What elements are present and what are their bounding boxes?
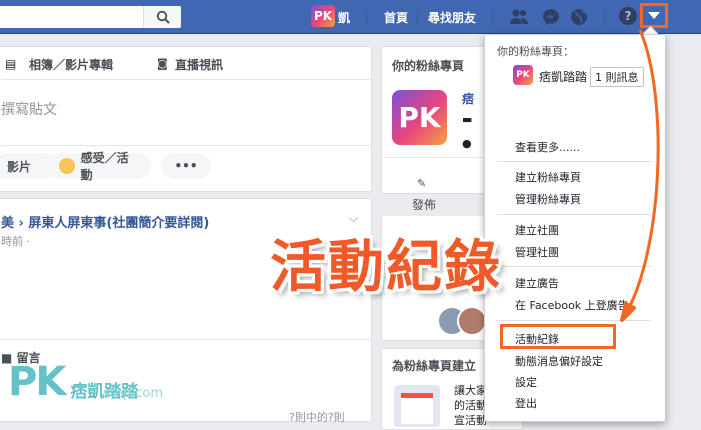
edit-icon: ✎ xyxy=(417,177,427,190)
page-avatar-icon: PK xyxy=(513,65,533,85)
composer-input[interactable]: 撰寫貼文 xyxy=(1,99,57,119)
composer-card: ▤ 相簿／影片專輯 ◙ 直播視訊 撰寫貼文 影片 感受／活動 ••• xyxy=(0,46,372,192)
menu-manage-groups[interactable]: 管理社團 xyxy=(515,244,559,260)
calendar-icon xyxy=(394,385,440,427)
top-navigation-bar: PK 凱 首頁 尋找朋友 ? xyxy=(0,0,701,34)
composer-divider xyxy=(1,145,371,146)
search-button[interactable] xyxy=(143,6,181,28)
annotation-arrow xyxy=(620,29,660,322)
page-name-link[interactable]: 痞 xyxy=(462,90,474,107)
menu-news-feed-preferences[interactable]: 動態消息偏好設定 xyxy=(515,353,603,369)
menu-manage-pages[interactable]: 管理粉絲專頁 xyxy=(515,191,581,207)
more-actions-button[interactable]: ••• xyxy=(161,153,211,179)
create-event-title: 為粉絲專頁建立 xyxy=(392,359,477,373)
post-footer-count: ?則中的?則 xyxy=(289,411,345,424)
composer-tabs: ▤ 相簿／影片專輯 ◙ 直播視訊 xyxy=(1,47,371,80)
nav-divider xyxy=(417,9,418,25)
menu-create-group[interactable]: 建立社團 xyxy=(515,222,559,238)
profile-link[interactable]: 凱 xyxy=(338,9,350,26)
messenger-icon[interactable] xyxy=(541,7,561,27)
home-link[interactable]: 首頁 xyxy=(384,9,408,26)
avatar[interactable] xyxy=(457,306,487,336)
menu-see-more[interactable]: 查看更多...... xyxy=(515,139,580,155)
globe-small-icon: ● xyxy=(462,137,472,150)
video-action-label: 影片 xyxy=(7,159,32,174)
page-logo-icon[interactable]: PK xyxy=(392,90,447,145)
menu-create-page[interactable]: 建立粉絲專頁 xyxy=(515,169,581,185)
watermark-pk: PK xyxy=(8,359,66,405)
smiley-icon xyxy=(59,158,75,174)
menu-header: 你的粉絲專頁： xyxy=(497,45,574,58)
post-timestamp[interactable]: 時前 · xyxy=(1,233,30,249)
tab-live-video[interactable]: 直播視訊 xyxy=(175,56,223,73)
watermark-url: step.com xyxy=(103,386,164,401)
tab-album[interactable]: 相簿／影片專輯 xyxy=(29,56,113,73)
page-avatar-icon[interactable]: PK xyxy=(311,5,335,27)
your-pages-title: 你的粉絲專頁 xyxy=(392,59,465,73)
album-icon: ▤ xyxy=(5,57,17,71)
feeling-activity-label: 感受／活動 xyxy=(80,151,129,182)
find-friends-link[interactable]: 尋找朋友 xyxy=(428,9,476,26)
friends-icon[interactable] xyxy=(509,7,529,27)
watermark-logo: PK 痞凱踏踏 step.com xyxy=(8,359,163,405)
menu-page-link[interactable]: 痞凱踏踏 xyxy=(539,68,587,85)
nav-divider xyxy=(366,9,367,25)
activity-log-highlight xyxy=(500,324,616,349)
menu-create-ad[interactable]: 建立廣告 xyxy=(515,275,559,291)
globe-icon[interactable] xyxy=(569,7,589,27)
live-video-icon: ◙ xyxy=(157,57,168,70)
post-divider xyxy=(1,339,371,340)
publish-button[interactable]: 發佈 xyxy=(412,196,436,213)
feeling-activity-button[interactable]: 感受／活動 xyxy=(47,151,151,182)
nav-divider xyxy=(492,9,493,25)
search-icon xyxy=(156,10,170,24)
post-author[interactable]: 美 › 屏東人屏東事(社團簡介要詳閱) xyxy=(1,212,209,231)
annotation-title: 活動紀錄 xyxy=(270,235,502,300)
message-icon: ▬ xyxy=(462,113,473,126)
menu-settings[interactable]: 設定 xyxy=(515,374,537,390)
more-icon: ••• xyxy=(174,159,198,173)
caret-down-icon xyxy=(648,12,660,19)
create-event-text: 讓大家 的活動 宣活動 xyxy=(454,384,487,427)
menu-log-out[interactable]: 登出 xyxy=(515,395,537,411)
